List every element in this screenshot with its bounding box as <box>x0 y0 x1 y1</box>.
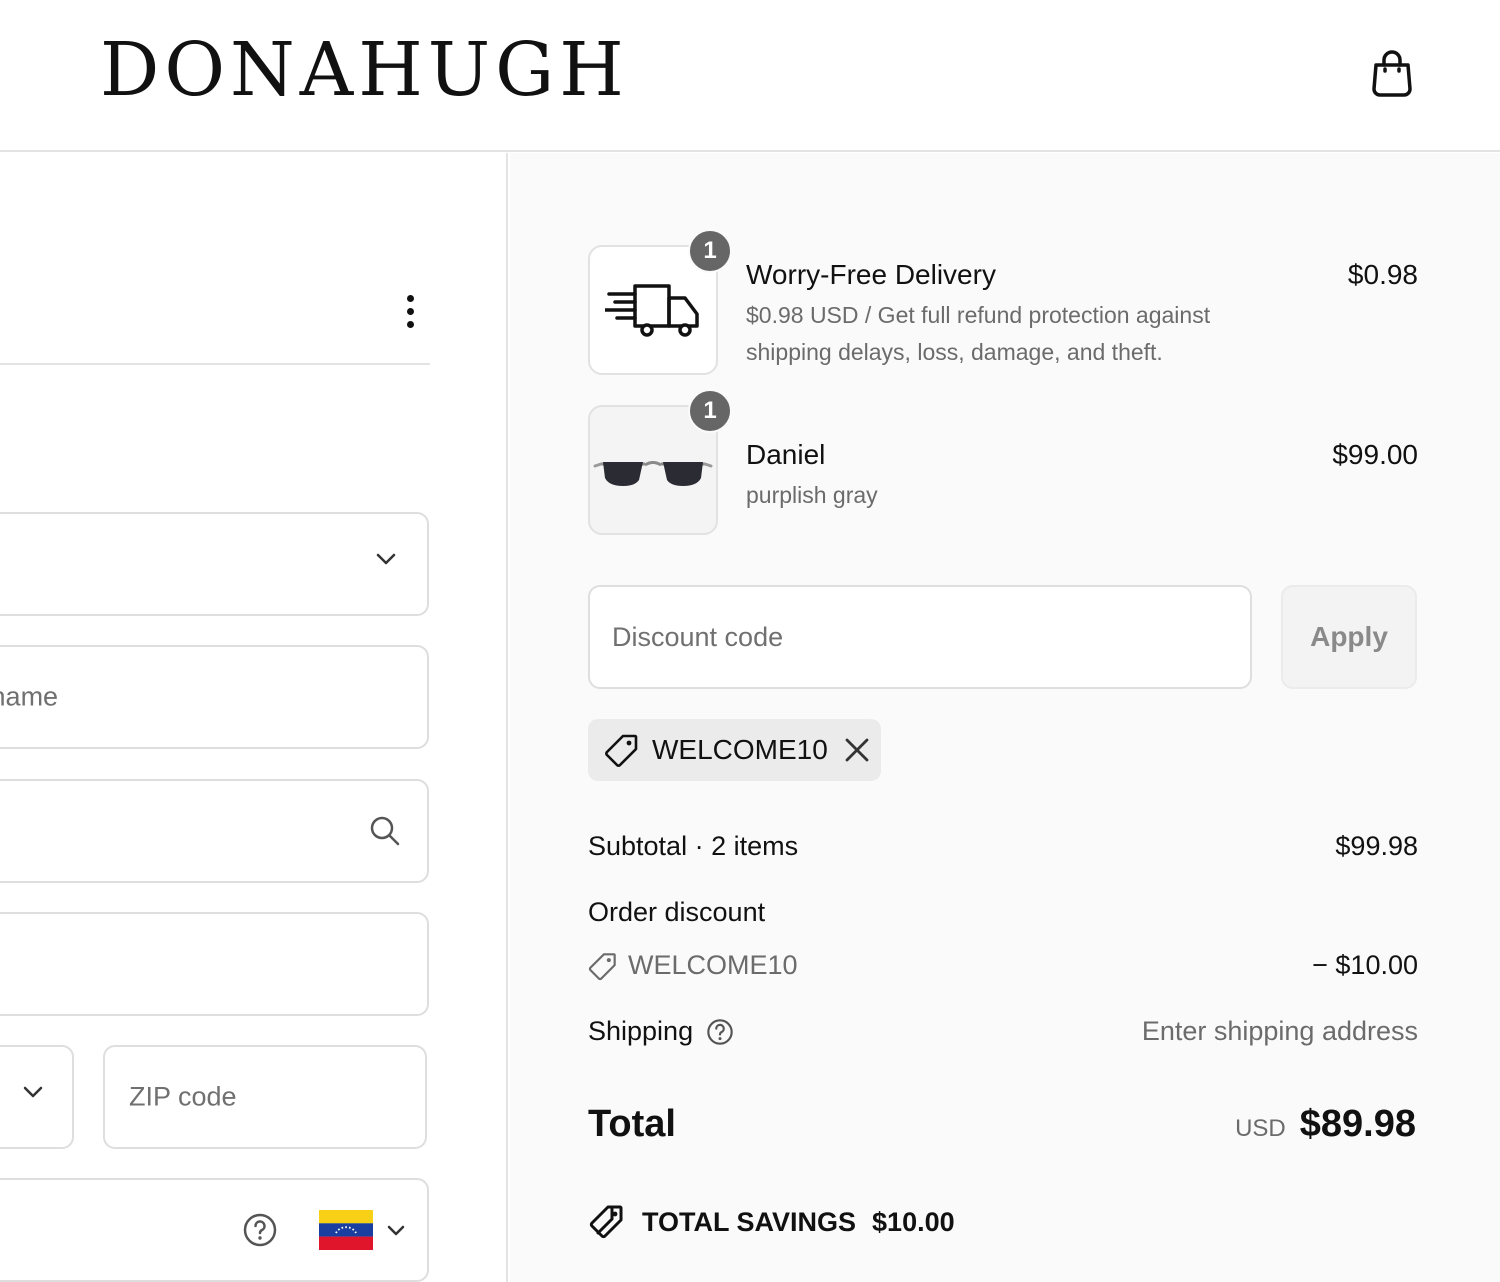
order-discount-code-row: WELCOME10 − $10.00 <box>588 950 1418 990</box>
checkout-form: Last name ZIP code <box>0 153 508 1282</box>
search-icon <box>369 815 401 847</box>
tag-icon <box>588 952 616 980</box>
chevron-down-icon <box>22 1085 44 1099</box>
line-item: 1 Worry-Free Delivery $0.98 USD / Get fu… <box>588 229 1418 377</box>
sunglasses-image <box>593 461 713 486</box>
country-select[interactable] <box>0 512 429 616</box>
order-discount-label: Order discount <box>588 897 766 927</box>
discount-code-field[interactable] <box>588 585 1252 689</box>
item-price: $99.00 <box>1332 439 1418 470</box>
shopping-bag-icon <box>1372 50 1412 97</box>
tag-icon <box>605 734 638 767</box>
kebab-menu-icon[interactable] <box>396 289 424 333</box>
line-item: 1 Daniel purplish gray $99.00 <box>588 389 1418 537</box>
delivery-truck-icon <box>605 284 699 337</box>
last-name-placeholder: Last name <box>0 681 59 712</box>
site-header: DONAHUGH <box>0 0 1500 152</box>
shipping-row: Shipping Enter shipping address <box>588 1016 1418 1056</box>
total-amount: $89.98 <box>1299 1103 1416 1145</box>
subtotal-value: $99.98 <box>1335 831 1418 861</box>
item-price: $0.98 <box>1347 259 1418 290</box>
subtotal-row: Subtotal · 2 items $99.98 <box>588 831 1418 871</box>
item-name: Worry-Free Delivery <box>746 259 996 290</box>
order-summary: 1 Worry-Free Delivery $0.98 USD / Get fu… <box>510 153 1500 1282</box>
order-discount-value: − $10.00 <box>1312 950 1418 980</box>
item-description: $0.98 USD / Get full refund protection a… <box>746 302 1211 365</box>
remove-discount-button[interactable] <box>844 737 870 763</box>
shipping-label-wrap: Shipping <box>588 1016 735 1047</box>
discount-code-input[interactable] <box>612 587 1232 687</box>
applied-discount-chip: WELCOME10 <box>588 719 881 781</box>
last-name-field[interactable]: Last name <box>0 645 429 749</box>
venezuela-flag-icon[interactable] <box>319 1210 373 1250</box>
savings-tag-icon <box>589 1205 623 1239</box>
help-circle-icon[interactable] <box>705 1017 735 1047</box>
zip-code-field[interactable]: ZIP code <box>103 1045 427 1149</box>
cart-button[interactable] <box>1366 46 1418 100</box>
total-savings: TOTAL SAVINGS $10.00 <box>588 1203 955 1241</box>
shipping-value: Enter shipping address <box>1141 1016 1418 1046</box>
state-select[interactable] <box>0 1045 74 1149</box>
address-field[interactable] <box>0 779 429 883</box>
item-variant: purplish gray <box>746 482 878 508</box>
close-icon <box>845 738 869 762</box>
quantity-badge: 1 <box>688 389 732 433</box>
total-value-wrap: USD $89.98 <box>1235 1103 1416 1146</box>
divider <box>0 363 430 365</box>
help-circle-icon[interactable] <box>242 1212 278 1248</box>
total-label: Total <box>588 1103 676 1145</box>
phone-field[interactable] <box>0 1178 429 1282</box>
item-name: Daniel <box>746 439 826 470</box>
order-discount-row: Order discount <box>588 897 1418 937</box>
total-savings-value: $10.00 <box>872 1206 955 1237</box>
apartment-field[interactable] <box>0 912 429 1016</box>
subtotal-label: Subtotal · 2 items <box>588 831 799 861</box>
chevron-down-icon[interactable] <box>386 1224 406 1238</box>
total-currency: USD <box>1235 1115 1286 1142</box>
brand-logo[interactable]: DONAHUGH <box>100 30 629 110</box>
apply-discount-button[interactable]: Apply <box>1281 585 1417 689</box>
order-discount-code: WELCOME10 <box>588 950 798 981</box>
order-discount-code-text: WELCOME10 <box>628 950 798 980</box>
total-savings-label: TOTAL SAVINGS <box>642 1206 857 1237</box>
zip-code-placeholder: ZIP code <box>129 1081 237 1112</box>
applied-discount-code: WELCOME10 <box>652 734 828 765</box>
shipping-label: Shipping <box>588 1016 694 1046</box>
quantity-badge: 1 <box>688 229 732 273</box>
chevron-down-icon <box>375 552 397 566</box>
